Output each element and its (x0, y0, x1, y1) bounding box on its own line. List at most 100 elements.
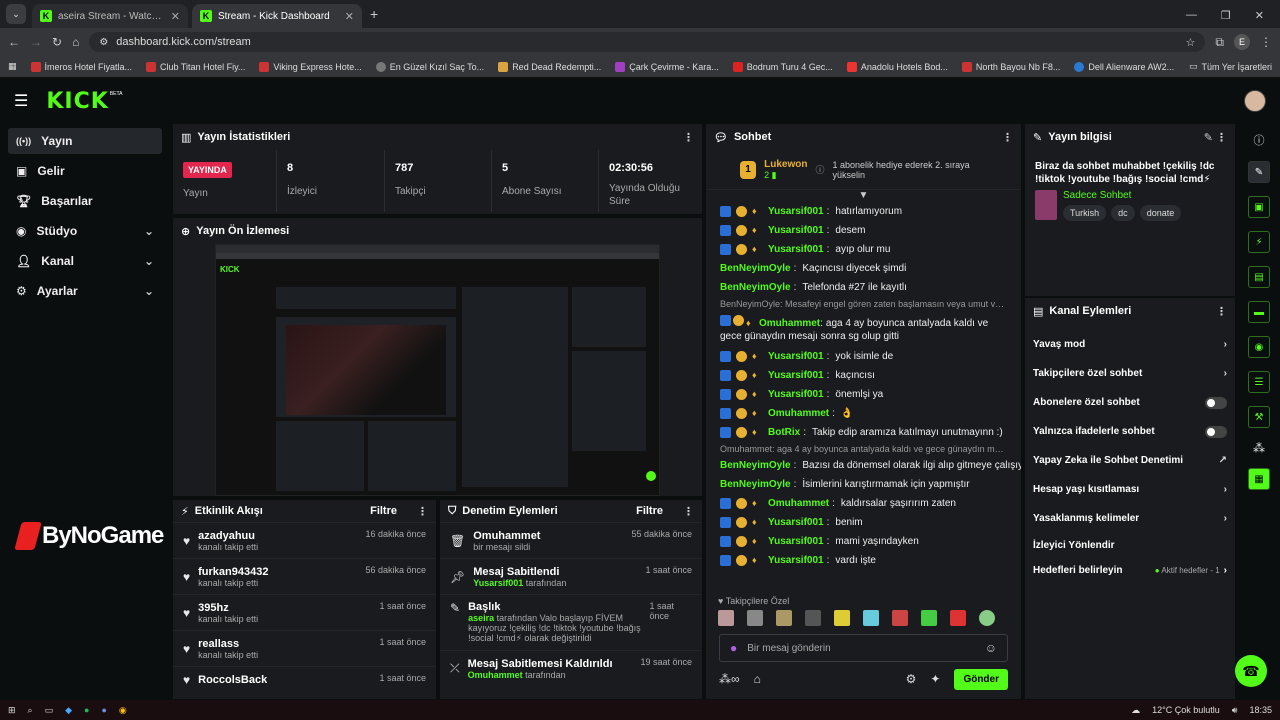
chat-message[interactable]: ♦ Yusarsif001: vardı işte (706, 551, 1021, 570)
chat-icon[interactable]: ▬ (1248, 301, 1270, 323)
chat-username[interactable]: Omuhammet (759, 318, 820, 329)
broadcast-icon[interactable]: ◉ (1248, 336, 1270, 358)
toggle-switch[interactable] (1205, 425, 1227, 438)
support-chat-button[interactable]: ☎ (1235, 655, 1267, 687)
kick-logo[interactable]: KICK (46, 89, 108, 114)
emote[interactable] (834, 610, 850, 626)
bookmark-star-icon[interactable]: ☆ (1186, 36, 1196, 49)
action-ai-moderation[interactable]: Yapay Zeka ile Sohbet Denetimi ↗ (1025, 446, 1235, 475)
chat-message[interactable]: ♦ Yusarsif001: yok isimle de (706, 347, 1021, 366)
more-menu-icon[interactable]: ⋮ (417, 505, 428, 518)
chat-message[interactable]: BenNeyimOyle: İsimlerini karıştırmamak iç… (706, 475, 1021, 494)
action-account-age[interactable]: Hesap yaşı kısıtlaması › (1025, 475, 1235, 504)
chat-message[interactable]: ♦ Yusarsif001: önemlşi ya (706, 385, 1021, 404)
chat-message[interactable]: ♦ Yusarsif001: ayıp olur mu (706, 240, 1021, 259)
close-icon[interactable]: ✕ (171, 10, 180, 23)
info-icon[interactable]: ⓘ (1254, 132, 1265, 148)
app-icon[interactable]: ◆ (65, 705, 72, 716)
site-info-icon[interactable]: ⚙ (99, 37, 108, 48)
chrome-icon[interactable]: ◉ (119, 705, 127, 716)
chat-message[interactable]: ♦ Omuhammet: aga 4 ay boyunca antalyada ka… (706, 311, 1021, 347)
volume-icon[interactable]: 🔊︎ (1232, 705, 1238, 716)
windows-start-icon[interactable]: ⊞ (8, 705, 16, 716)
bookmark-item[interactable]: Çark Çevirme - Kara... (615, 61, 719, 72)
chat-username[interactable]: Omuhammet (768, 498, 829, 509)
sidebar-item-studyo[interactable]: ◉ Stüdyo ⌄ (8, 218, 162, 244)
tab-search-icon[interactable]: ⌄ (6, 4, 26, 24)
close-window-icon[interactable]: ✕ (1255, 9, 1264, 22)
discord-icon[interactable]: ● (101, 705, 106, 715)
bookmark-item[interactable]: Dell Alienware AW2... (1074, 61, 1174, 72)
back-icon[interactable]: ← (8, 35, 20, 49)
chat-username[interactable]: Yusarsif001 (768, 536, 824, 547)
chat-username[interactable]: BenNeyimOyle (720, 460, 791, 471)
reply-preview[interactable]: BenNeyimOyle: Mesafeyi engel gören zaten… (706, 297, 1021, 311)
more-menu-icon[interactable]: ⋮ (1216, 305, 1227, 318)
all-bookmarks-folder[interactable]: ▭ Tüm Yer İşaretleri (1189, 61, 1272, 72)
emote[interactable] (718, 610, 734, 626)
toggle-switch[interactable] (1205, 396, 1227, 409)
bookmark-item[interactable]: Viking Express Hote... (259, 61, 362, 72)
send-button[interactable]: Gönder (954, 668, 1008, 690)
chat-message[interactable]: ♦ Yusarsif001: kaçıncısı (706, 366, 1021, 385)
chat-username[interactable]: Yusarsif001 (768, 370, 824, 381)
pinned-gifter[interactable]: 1 Lukewon 2 ▮ ⓘ 1 abonelik hediye ederek 2… (706, 150, 1021, 190)
emote[interactable] (747, 610, 763, 626)
browser-tab-active[interactable]: K Stream - Kick Dashboard ✕ (192, 4, 362, 28)
chat-username[interactable]: Yusarsif001 (768, 244, 824, 255)
tag[interactable]: donate (1139, 205, 1182, 221)
more-menu-icon[interactable]: ⋮ (683, 131, 694, 144)
chat-message[interactable]: BenNeyimOyle: Bazısı da dönemsel olarak i… (706, 456, 1021, 475)
chat-username[interactable]: Yusarsif001 (768, 389, 824, 400)
action-slow-mode[interactable]: Yavaş mod › (1025, 330, 1235, 359)
store-icon[interactable]: ⌂ (754, 672, 761, 686)
community-icon[interactable]: ⁂ (1253, 441, 1265, 455)
bookmark-item[interactable]: Club Titan Hotel Fiy... (146, 61, 245, 72)
chat-username[interactable]: Omuhammet (768, 408, 829, 419)
chat-username[interactable]: BenNeyimOyle (720, 263, 791, 274)
extensions-icon[interactable]: ⧉ (1215, 35, 1224, 50)
profile-avatar[interactable]: E (1234, 34, 1250, 50)
settings-icon[interactable]: ⚙ (906, 672, 917, 686)
chat-message[interactable]: BenNeyimOyle: Telefonda #27 ile kayıtlı (706, 278, 1021, 297)
emote[interactable] (950, 610, 966, 626)
clapper-icon[interactable]: ▦ (1248, 468, 1270, 490)
stream-preview-video[interactable]: KICK (215, 244, 660, 496)
chat-message[interactable]: ♦ Yusarsif001: hatırlamıyorum (706, 202, 1021, 221)
home-icon[interactable]: ⌂ (72, 35, 79, 49)
sidebar-item-ayarlar[interactable]: ⚙ Ayarlar ⌄ (8, 278, 162, 304)
hamburger-menu-icon[interactable]: ☰ (14, 91, 28, 111)
lightning-icon[interactable]: ⚡︎ (1248, 231, 1270, 253)
layers-icon[interactable]: ☰ (1248, 371, 1270, 393)
emote[interactable] (805, 610, 821, 626)
filter-button[interactable]: Filtre (636, 505, 663, 517)
close-icon[interactable]: ✕ (345, 10, 354, 23)
user-avatar[interactable] (1244, 90, 1266, 112)
browser-menu-icon[interactable]: ⋮ (1260, 35, 1272, 49)
url-input[interactable]: ⚙ dashboard.kick.com/stream ☆ (89, 32, 1206, 52)
edit-icon[interactable]: ✎ ⋮ (1204, 131, 1227, 144)
category-thumbnail[interactable] (1035, 190, 1057, 220)
bookmark-item[interactable]: North Bayou Nb F8... (961, 61, 1060, 72)
filter-button[interactable]: Filtre (370, 505, 397, 517)
microphone-icon[interactable]: ● (730, 641, 737, 655)
edit-icon[interactable]: ✎ (1248, 161, 1270, 183)
tag[interactable]: dc (1111, 205, 1135, 221)
emote[interactable] (863, 610, 879, 626)
maximize-icon[interactable]: ❐ (1221, 9, 1231, 22)
scroll-down-icon[interactable]: ▼ (706, 190, 1021, 202)
action-subscribers-only[interactable]: Abonelere özel sohbet (1025, 388, 1235, 417)
chat-username[interactable]: Yusarsif001 (768, 351, 824, 362)
action-followers-only[interactable]: Takipçilere özel sohbet › (1025, 359, 1235, 388)
minimize-icon[interactable]: — (1186, 9, 1197, 22)
more-menu-icon[interactable]: ⋮ (683, 505, 694, 518)
chat-username[interactable]: BenNeyimOyle (720, 479, 791, 490)
chat-input[interactable]: ● Bir mesaj gönderin ☺ (719, 634, 1008, 662)
bookmark-item[interactable]: En Güzel Kızıl Saç To... (375, 61, 484, 72)
browser-tab[interactable]: K aseira Stream - Watch Live on K ✕ (32, 4, 188, 28)
action-emote-only[interactable]: Yalnızca ifadelerle sohbet (1025, 417, 1235, 446)
sidebar-item-kanal[interactable]: 👤︎ Kanal ⌄ (8, 248, 162, 274)
emote[interactable] (921, 610, 937, 626)
emoji-icon[interactable]: ☺ (985, 641, 997, 655)
chat-message[interactable]: BenNeyimOyle: Kaçıncısı diyecek şimdi (706, 259, 1021, 278)
